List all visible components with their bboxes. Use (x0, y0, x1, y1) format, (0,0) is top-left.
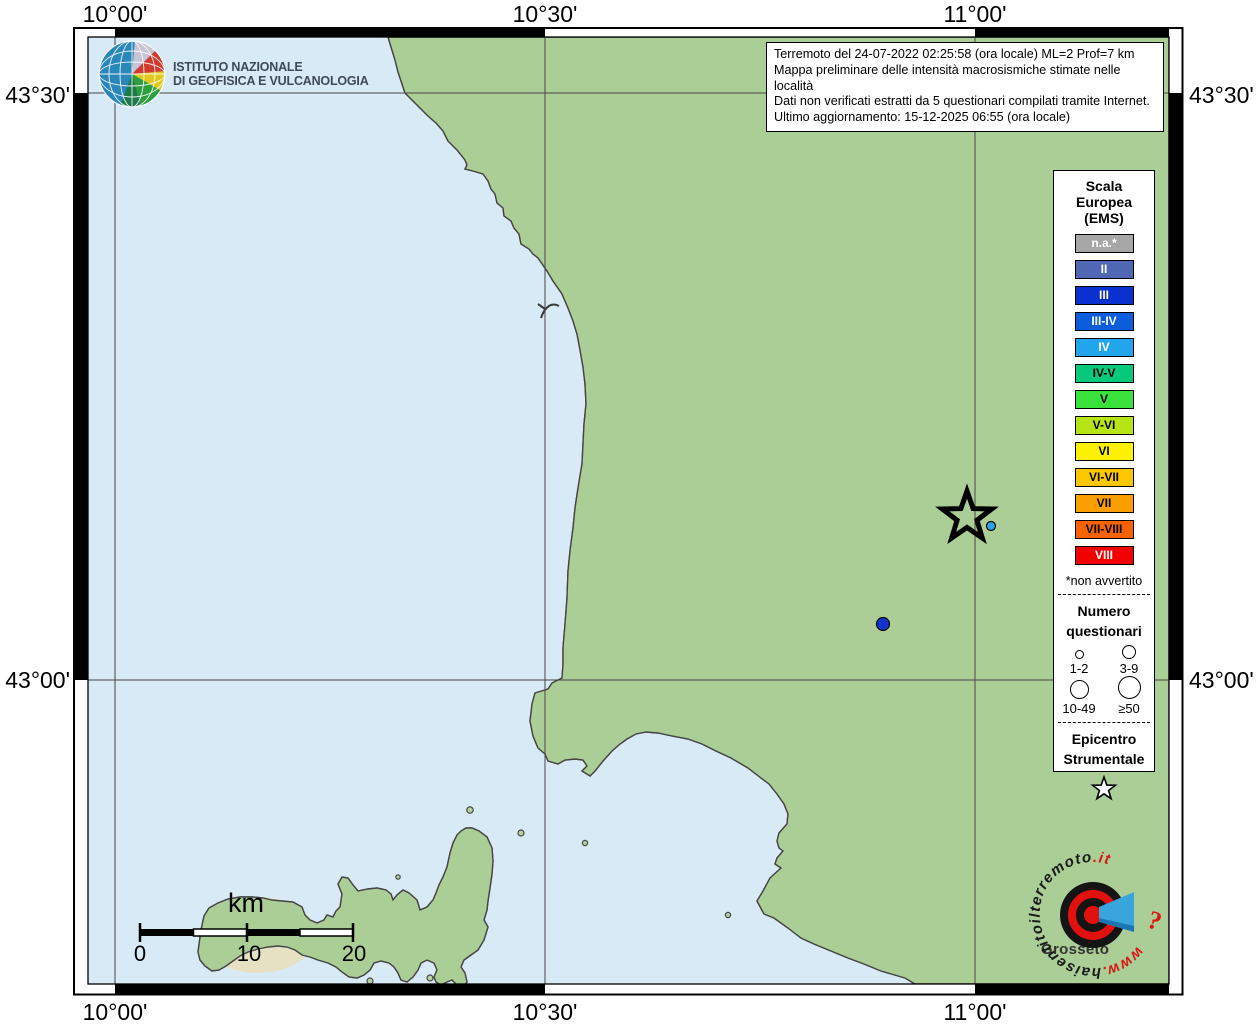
event-info-line4: Ultimo aggiornamento: 15-12-2025 06:55 (… (774, 110, 1156, 126)
size-circle-label: 1-2 (1070, 661, 1089, 676)
axis-label-bottom-1030: 10°30' (513, 999, 578, 1024)
axis-label-top-1100: 11°00' (943, 1, 1006, 28)
haisentitoilterremoto-logo: www.haisentitoilterremoto.it ? (1018, 840, 1188, 990)
legend-title: Scala Europea (EMS) (1054, 178, 1154, 226)
size-circle-label: 3-9 (1120, 661, 1139, 676)
size-circle-label: ≥50 (1118, 701, 1140, 716)
epicenter-star-icon (1090, 775, 1118, 801)
ingv-wordmark: ISTITUTO NAZIONALE DI GEOFISICA E VULCAN… (173, 60, 369, 88)
axis-label-right-4300: 43°00' (1189, 667, 1254, 694)
ems-level-VIII: VIII (1075, 546, 1134, 565)
axis-label-bottom-1000: 10°00' (83, 999, 148, 1024)
size-circle-icon (1118, 676, 1141, 699)
ems-level-VI-VII: VI-VII (1075, 468, 1134, 487)
event-info-line3: Dati non verificati estratti da 5 questi… (774, 94, 1156, 110)
axis-label-bottom-1100: 11°00' (943, 999, 1006, 1024)
macroseismic-map-page: 10°00' 10°30' 11°00' 10°00' 10°30' 11°00… (0, 0, 1256, 1024)
ems-level-VI: VI (1075, 442, 1134, 461)
ems-level-VII-VIII: VII-VIII (1075, 520, 1134, 539)
ingv-line1: ISTITUTO NAZIONALE (173, 60, 369, 74)
event-info-line1: Terremoto del 24-07-2022 02:25:58 (ora l… (774, 47, 1156, 63)
ems-level-IV-V: IV-V (1075, 364, 1134, 383)
ingv-globe-icon (98, 40, 166, 108)
legend-footnote: *non avvertito (1054, 574, 1154, 588)
logo-question-mark: ? (1144, 905, 1165, 937)
questionnaire-title: Numero questionari (1054, 601, 1154, 641)
axis-label-left-4300: 43°00' (0, 667, 70, 694)
intensity-point-large (877, 618, 890, 631)
ems-level-V: V (1075, 390, 1134, 409)
legend-separator-2 (1058, 722, 1150, 723)
ems-level-n.a.*: n.a.* (1075, 234, 1134, 253)
event-info-box: Terremoto del 24-07-2022 02:25:58 (ora l… (766, 42, 1164, 132)
ingv-logo: ISTITUTO NAZIONALE DI GEOFISICA E VULCAN… (98, 40, 369, 108)
epicenter-legend-title: Epicentro Strumentale (1054, 729, 1154, 769)
ems-level-VII: VII (1075, 494, 1134, 513)
questionnaire-size-3-9: 3-9 (1104, 645, 1154, 676)
ems-level-IV: IV (1075, 338, 1134, 357)
size-circle-icon (1122, 645, 1136, 659)
ems-level-V-VI: V-VI (1075, 416, 1134, 435)
legend-separator-1 (1058, 594, 1150, 595)
size-circle-icon (1075, 650, 1084, 659)
scale-bar-unit: km (228, 888, 264, 919)
axis-label-top-1030: 10°30' (513, 1, 578, 28)
size-circle-label: 10-49 (1062, 701, 1095, 716)
legend-panel: Scala Europea (EMS) n.a.*IIIIIIII-IVIVIV… (1053, 170, 1155, 772)
event-info-line2: Mappa preliminare delle intensità macros… (774, 63, 1156, 95)
ems-level-III: III (1075, 286, 1134, 305)
ingv-line2: DI GEOFISICA E VULCANOLOGIA (173, 74, 369, 88)
axis-label-right-4330: 43°30' (1189, 82, 1254, 109)
questionnaire-size-≥50: ≥50 (1104, 676, 1154, 716)
size-circle-icon (1070, 680, 1089, 699)
questionnaire-sizes: 1-2 3-9 10-49 ≥50 (1054, 645, 1154, 716)
ems-level-III-IV: III-IV (1075, 312, 1134, 331)
scale-tick-0: 0 (134, 941, 146, 967)
ems-level-II: II (1075, 260, 1134, 279)
axis-label-left-4330: 43°30' (0, 82, 70, 109)
axis-label-top-1000: 10°00' (83, 1, 148, 28)
questionnaire-size-1-2: 1-2 (1054, 645, 1104, 676)
questionnaire-size-10-49: 10-49 (1054, 676, 1104, 716)
intensity-point-small (987, 522, 996, 531)
scale-tick-20: 20 (342, 941, 366, 967)
scale-tick-10: 10 (237, 941, 261, 967)
ems-scale-list: n.a.*IIIIIIII-IVIVIV-VVV-VIVIVI-VIIVIIVI… (1054, 234, 1154, 565)
